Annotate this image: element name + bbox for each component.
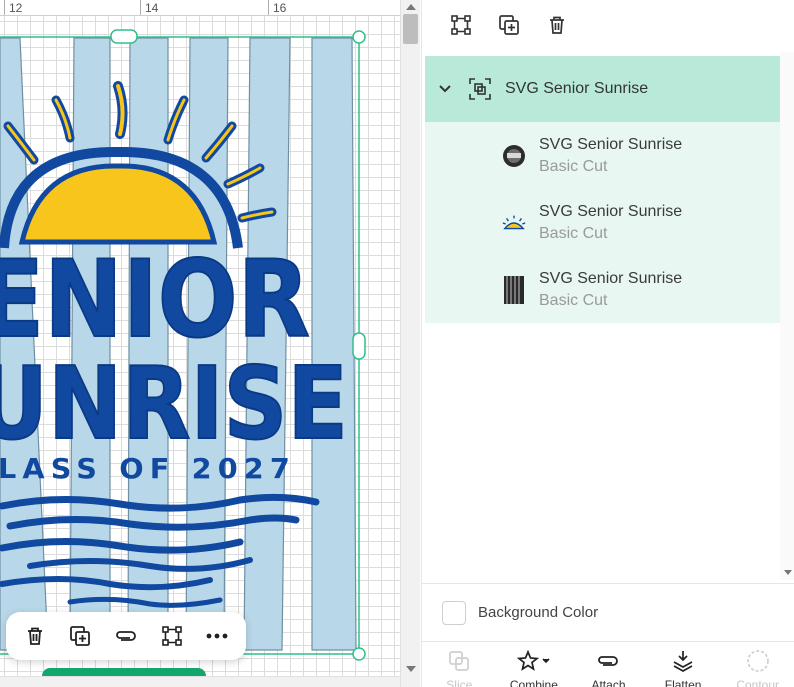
design-artwork[interactable]: ENIOR UNRISE LASS OF 2027 xyxy=(0,0,400,676)
sun xyxy=(18,163,218,245)
badge-thumbnail xyxy=(501,141,527,171)
paperclip-icon[interactable] xyxy=(108,618,144,654)
trash-icon[interactable] xyxy=(17,618,53,654)
scroll-down-icon[interactable] xyxy=(784,570,792,575)
contour-button[interactable]: Contour xyxy=(723,648,793,687)
attach-label: Attach xyxy=(591,678,626,687)
canvas-horizontal-scrollbar[interactable] xyxy=(0,676,400,687)
contour-label: Contour xyxy=(736,678,780,687)
ruler-tick xyxy=(4,0,5,15)
flatten-button[interactable]: Flatten xyxy=(648,648,718,687)
duplicate-icon[interactable] xyxy=(492,8,526,42)
slice-button[interactable]: Slice xyxy=(424,648,494,687)
canvas[interactable]: ENIOR UNRISE LASS OF 2027 12 14 16 xyxy=(0,0,400,687)
flatten-label: Flatten xyxy=(664,678,702,687)
more-icon[interactable] xyxy=(199,618,235,654)
scroll-down-icon[interactable] xyxy=(406,666,416,672)
layer-row[interactable]: SVG Senior Sunrise Basic Cut xyxy=(425,256,780,323)
chevron-down-icon[interactable] xyxy=(437,81,453,97)
group-icon[interactable] xyxy=(154,618,190,654)
layer-row[interactable]: SVG Senior Sunrise Basic Cut xyxy=(425,122,780,189)
layer-operation: Basic Cut xyxy=(539,157,608,175)
slice-icon xyxy=(447,648,471,674)
layer-operation: Basic Cut xyxy=(539,291,608,309)
group-icon[interactable] xyxy=(444,8,478,42)
layer-operation: Basic Cut xyxy=(539,224,608,242)
canvas-floating-toolbar xyxy=(6,612,246,660)
design-line-1: ENIOR xyxy=(0,238,310,361)
layer-name: SVG Senior Sunrise xyxy=(539,202,683,220)
layers-panel: SVG Senior Sunrise SVG Senior Sunrise Ba… xyxy=(421,0,794,687)
combine-icon xyxy=(516,648,551,674)
flatten-icon xyxy=(671,648,695,674)
layer-actions-bar: Slice Combine Attach Flatten Contour xyxy=(422,641,794,687)
sun-thumbnail xyxy=(501,208,527,238)
layers-scrollbar[interactable] xyxy=(780,52,794,580)
design-line-2: UNRISE xyxy=(0,345,348,462)
layer-name: SVG Senior Sunrise xyxy=(539,269,683,287)
scroll-thumb[interactable] xyxy=(403,14,418,44)
background-color-swatch[interactable] xyxy=(442,600,466,625)
group-title: SVG Senior Sunrise xyxy=(505,80,649,97)
ruler-mark: 12 xyxy=(9,1,23,15)
contour-icon xyxy=(745,648,771,674)
group-layer-icon xyxy=(467,76,493,102)
duplicate-icon[interactable] xyxy=(62,618,98,654)
slice-label: Slice xyxy=(446,678,473,687)
design-line-3: LASS OF 2027 xyxy=(0,452,296,485)
layers-toolbar xyxy=(422,0,794,50)
layer-row[interactable]: SVG Senior Sunrise Basic Cut xyxy=(425,189,780,256)
paperclip-icon xyxy=(595,648,621,674)
ruler-mark: 14 xyxy=(145,1,159,15)
stripes-thumbnail xyxy=(501,275,527,305)
top-ruler: 12 14 16 xyxy=(0,0,400,16)
background-color-label: Background Color xyxy=(478,604,599,621)
layers-list: SVG Senior Sunrise SVG Senior Sunrise Ba… xyxy=(425,56,780,323)
layer-name: SVG Senior Sunrise xyxy=(539,135,683,153)
combine-label: Combine xyxy=(509,678,558,687)
canvas-vertical-scrollbar[interactable] xyxy=(400,0,420,687)
trash-icon[interactable] xyxy=(540,8,574,42)
ruler-tick xyxy=(268,0,269,15)
attach-button[interactable]: Attach xyxy=(573,648,643,687)
combine-button[interactable]: Combine xyxy=(499,648,569,687)
background-color-row[interactable]: Background Color xyxy=(422,583,794,641)
ruler-mark: 16 xyxy=(273,1,287,15)
layer-group-row[interactable]: SVG Senior Sunrise xyxy=(425,56,780,122)
ruler-tick xyxy=(140,0,141,15)
scroll-up-icon[interactable] xyxy=(406,4,416,10)
design-space: ENIOR UNRISE LASS OF 2027 12 14 16 SVG S… xyxy=(0,0,794,687)
